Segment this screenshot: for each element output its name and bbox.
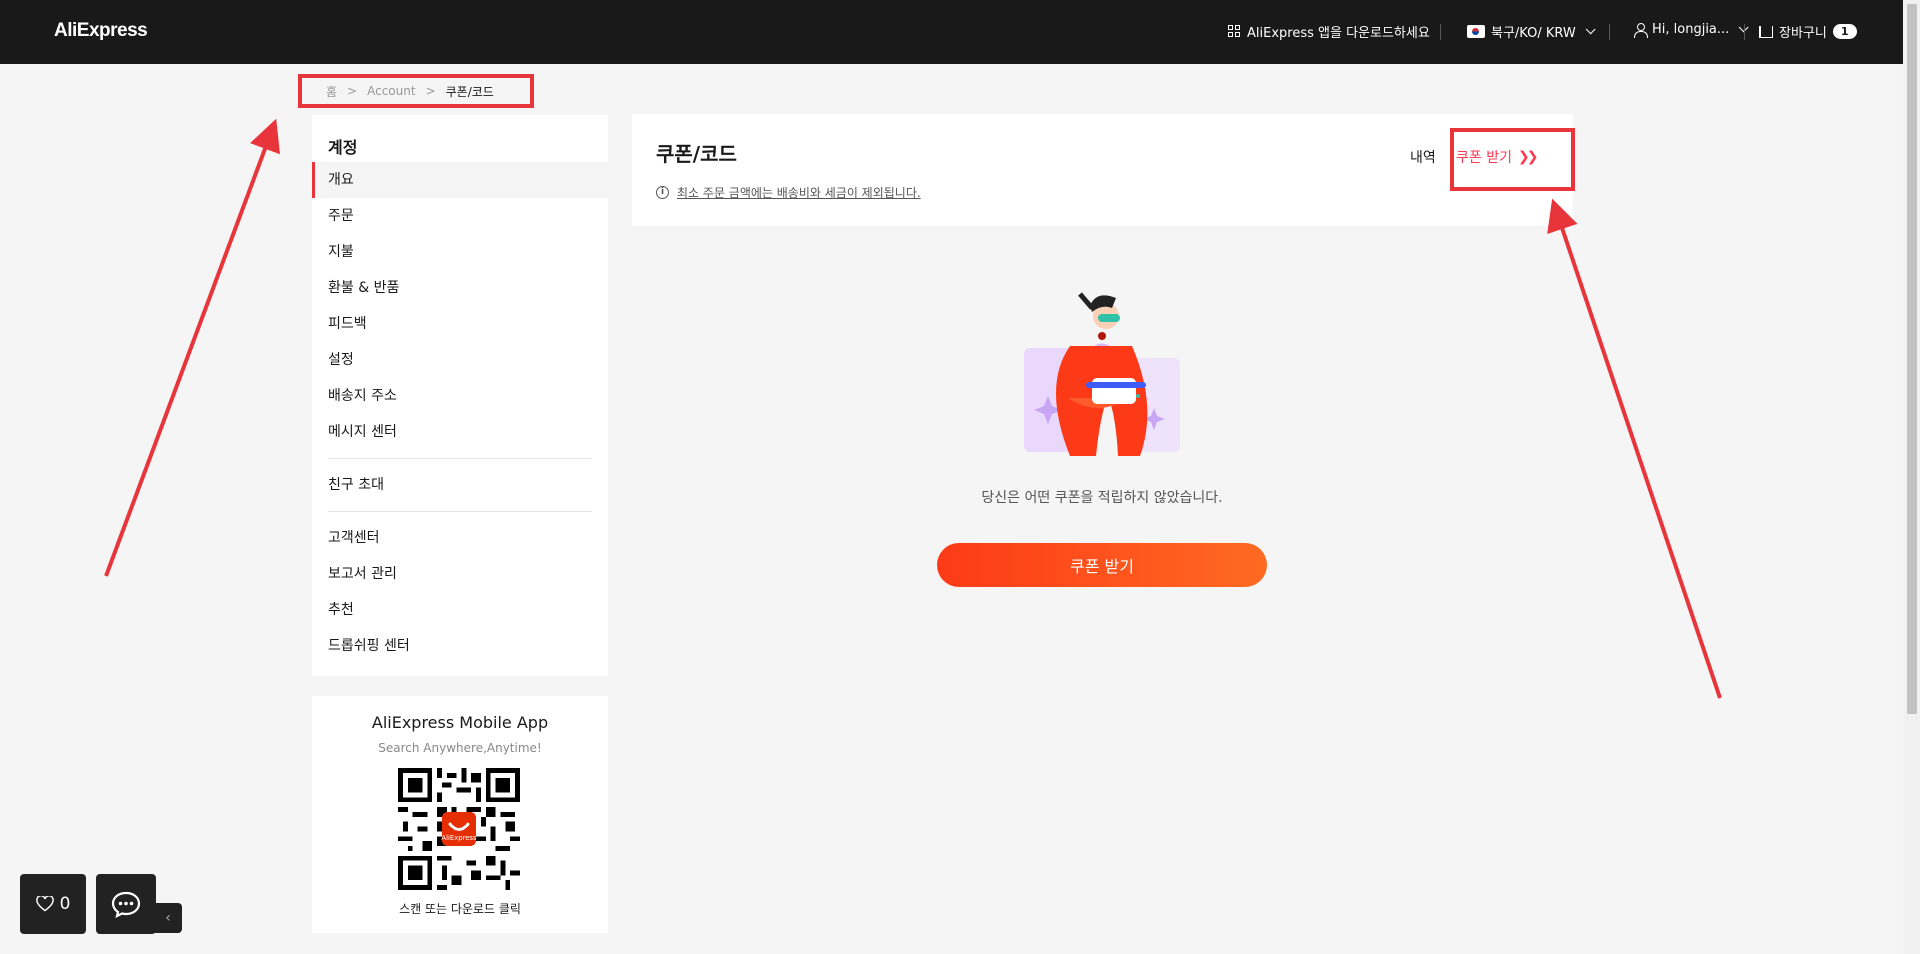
chevron-left-icon: ‹ — [165, 910, 171, 926]
get-coupon-link-label: 쿠폰 받기 — [1456, 150, 1512, 166]
user-greeting: Hi, longjia... — [1652, 22, 1730, 37]
user-icon — [1634, 23, 1648, 38]
annotation-arrow-breadcrumb — [104, 118, 281, 577]
sidebar-item-report-management[interactable]: 보고서 관리 — [312, 556, 608, 592]
collapse-button[interactable]: ‹ — [154, 903, 182, 933]
sidebar-divider — [328, 511, 592, 512]
sidebar-item-invite-friends[interactable]: 친구 초대 — [312, 467, 608, 503]
mobile-app-promo: AliExpress Mobile App Search Anywhere,An… — [312, 696, 608, 933]
sidebar-item-feedback[interactable]: 피드백 — [312, 306, 608, 342]
breadcrumb-account[interactable]: Account — [367, 84, 415, 98]
breadcrumb-separator: > — [425, 84, 436, 98]
wishlist-button[interactable]: 0 — [20, 874, 86, 934]
region-label: 북구/KO/ KRW — [1491, 26, 1576, 41]
app-download-label: AliExpress 앱을 다운로드하세요 — [1247, 26, 1430, 41]
chat-button[interactable] — [96, 874, 156, 934]
notice-text[interactable]: 최소 주문 금액에는 배송비와 세금이 제외됩니다. — [677, 184, 921, 201]
account-menu[interactable]: Hi, longjia... — [1634, 22, 1749, 38]
page-title: 쿠폰/코드 — [656, 142, 737, 166]
sidebar-item-recommend[interactable]: 추천 — [312, 592, 608, 628]
chevron-right-icon: ❯❯ — [1517, 149, 1539, 165]
qr-logo-text: AliExpress — [441, 834, 477, 842]
sidebar-item-orders[interactable]: 주문 — [312, 198, 608, 234]
cart-icon — [1759, 25, 1773, 38]
breadcrumb-separator: > — [347, 84, 358, 98]
get-coupon-link[interactable]: 쿠폰 받기 ❯❯ — [1456, 147, 1539, 167]
header-divider — [1440, 24, 1441, 40]
account-sidebar: 계정 개요 주문 지불 환불 & 반품 피드백 설정 배송지 주소 메시지 센터… — [312, 115, 608, 676]
sidebar-item-settings[interactable]: 설정 — [312, 342, 608, 378]
sidebar-item-customer-center[interactable]: 고객센터 — [312, 520, 608, 556]
sidebar-item-shipping-address[interactable]: 배송지 주소 — [312, 378, 608, 414]
top-header: AliExpress AliExpress 앱을 다운로드하세요 북구/KO/ … — [0, 0, 1920, 64]
sidebar-item-message-center[interactable]: 메시지 센터 — [312, 414, 608, 450]
sidebar-item-refunds[interactable]: 환불 & 반품 — [312, 270, 608, 306]
chat-icon — [111, 891, 141, 918]
cart-label: 장바구니 — [1779, 26, 1827, 41]
scrollbar-thumb[interactable] — [1907, 4, 1917, 714]
breadcrumb: 홈 > Account > 쿠폰/코드 — [298, 74, 534, 108]
breadcrumb-current: 쿠폰/코드 — [445, 84, 494, 99]
aliexpress-logo[interactable]: AliExpress — [54, 20, 148, 42]
app-promo-title: AliExpress Mobile App — [371, 713, 549, 732]
annotation-arrow-get-coupon — [1547, 198, 1722, 699]
app-promo-subtitle: Search Anywhere,Anytime! — [378, 741, 542, 755]
page-scrollbar[interactable] — [1903, 0, 1920, 954]
flag-kr-icon — [1467, 25, 1485, 38]
wishlist-count: 0 — [59, 894, 71, 914]
empty-coupon-illustration — [1024, 292, 1180, 456]
empty-state-message: 당신은 어떤 쿠폰을 적립하지 않았습니다. — [981, 490, 1223, 506]
chevron-down-icon — [1585, 24, 1596, 35]
app-promo-footer: 스캔 또는 다운로드 클릭 — [399, 902, 521, 916]
sidebar-item-overview[interactable]: 개요 — [312, 162, 608, 198]
grid-icon — [1228, 25, 1241, 38]
get-coupon-button[interactable]: 쿠폰 받기 — [937, 543, 1267, 587]
heart-icon — [35, 896, 54, 912]
sidebar-title: 계정 — [328, 138, 358, 157]
history-link[interactable]: 내역 — [1410, 147, 1436, 167]
qr-code[interactable]: AliExpress — [398, 768, 520, 890]
qr-code-graphic: AliExpress — [398, 768, 520, 890]
cart-button[interactable]: 장바구니 1 — [1759, 22, 1857, 41]
sidebar-item-dropshipping-center[interactable]: 드롭쉬핑 센터 — [312, 628, 608, 664]
app-download-link[interactable]: AliExpress 앱을 다운로드하세요 — [1228, 22, 1430, 41]
region-selector[interactable]: 북구/KO/ KRW — [1467, 22, 1596, 41]
min-order-notice: i 최소 주문 금액에는 배송비와 세금이 제외됩니다. — [656, 184, 921, 201]
info-icon: i — [656, 186, 669, 199]
coupon-header-card: 쿠폰/코드 i 최소 주문 금액에는 배송비와 세금이 제외됩니다. 내역 쿠폰… — [632, 114, 1575, 226]
sidebar-item-payment[interactable]: 지불 — [312, 234, 608, 270]
header-divider — [1609, 24, 1610, 40]
sidebar-divider — [328, 458, 592, 459]
header-divider — [1744, 24, 1745, 40]
breadcrumb-home[interactable]: 홈 — [326, 83, 337, 100]
cart-count-badge: 1 — [1832, 24, 1857, 39]
